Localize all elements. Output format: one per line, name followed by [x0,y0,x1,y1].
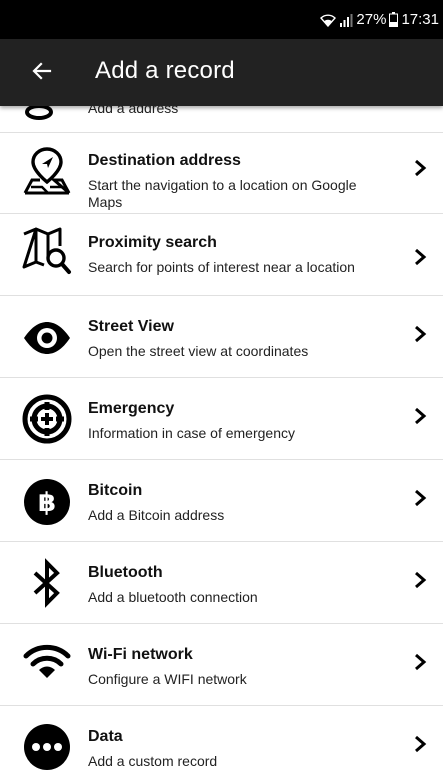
clock-time: 17:31 [401,11,439,28]
list-item-title: Bluetooth [88,564,163,581]
chevron-right-icon [413,158,427,178]
status-bar: 27% 17:31 [0,0,443,39]
list-item-title: Bitcoin [88,482,143,499]
arrow-left-icon[interactable] [30,59,54,83]
wifi-icon [22,636,72,686]
eye-icon [22,313,72,363]
bluetooth-icon [22,558,72,608]
list-item-street-view[interactable]: Street View Open the street view at coor… [0,296,443,378]
list-item-bitcoin[interactable]: ฿ Bitcoin Add a Bitcoin address [0,460,443,542]
list-item-destination-address[interactable]: Destination address Start the navigation… [0,132,443,214]
chevron-right-icon [413,652,427,672]
lifebuoy-icon [22,394,72,444]
more-dots-icon [22,722,72,772]
map-location-icon [22,146,72,196]
battery-percent: 27% [356,11,387,28]
list-item-title: Proximity search [88,234,217,251]
list-item-data[interactable]: Data Add a custom record [0,706,443,774]
list-item-description: Add a bluetooth connection [88,589,258,605]
list-item-wifi-network[interactable]: Wi-Fi network Configure a WIFI network [0,624,443,706]
list-item-description: Start the navigation to a location on Go… [88,177,357,210]
chevron-right-icon [413,406,427,426]
battery-icon [389,12,399,27]
app-bar: Add a record [0,39,443,106]
list-item-description: Open the street view at coordinates [88,343,309,359]
wifi-icon [320,13,337,27]
status-bar-right: 27% 17:31 [320,11,439,28]
bitcoin-icon: ฿ [22,477,72,527]
list-item-address[interactable]: Add a address [0,106,443,133]
list-item-title: Emergency [88,400,175,417]
chevron-right-icon [413,734,427,754]
list-item-description: Configure a WIFI network [88,671,247,687]
list-item-emergency[interactable]: Emergency Information in case of emergen… [0,378,443,460]
list-item-bluetooth[interactable]: Bluetooth Add a bluetooth connection [0,542,443,624]
list-item-proximity-search[interactable]: Proximity search Search for points of in… [0,214,443,296]
chevron-right-icon [413,324,427,344]
list-item-description: Add a Bitcoin address [88,507,225,523]
signal-icon [339,13,353,27]
list-item-title: Destination address [88,152,241,169]
list-item-description: Search for points of interest near a loc… [88,259,355,275]
chevron-right-icon [413,570,427,590]
list-item-title: Wi-Fi network [88,646,193,663]
svg-text:฿: ฿ [38,488,56,518]
list-item-title: Street View [88,318,174,335]
list-item-description: Information in case of emergency [88,425,295,441]
page-title: Add a record [95,57,235,84]
chevron-right-icon [413,488,427,508]
list-item-title: Data [88,728,123,745]
record-type-list: Add a address Destination address Start … [0,106,443,774]
map-pin-icon [22,106,62,120]
chevron-right-icon [413,247,427,267]
list-item-description: Add a address [88,106,179,116]
list-item-description: Add a custom record [88,753,218,769]
map-search-icon [22,226,72,276]
